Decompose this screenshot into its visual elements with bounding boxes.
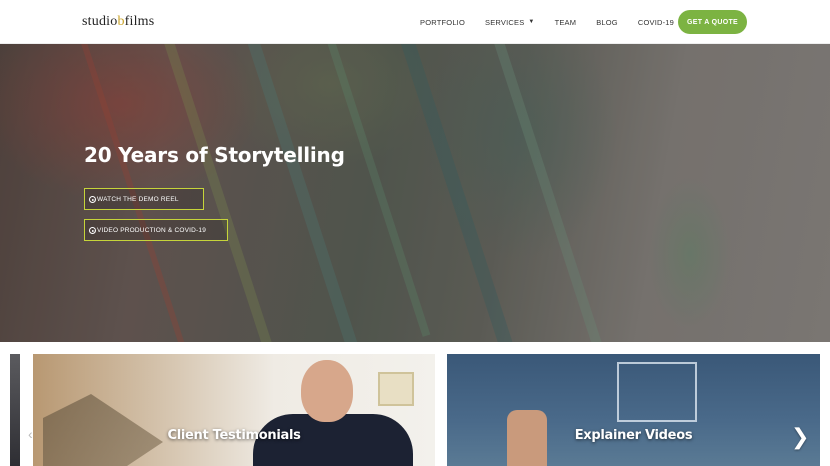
watch-demo-reel-label: WATCH THE DEMO REEL: [97, 195, 179, 203]
card-label-explainer-videos: Explainer Videos: [574, 428, 693, 443]
hero-banner: 20 Years of Storytelling WATCH THE DEMO …: [0, 44, 830, 342]
laptop-image: [617, 362, 697, 422]
carousel-card-partial[interactable]: [10, 354, 20, 466]
logo-text-b: b: [117, 14, 125, 29]
logo-text-studio: studio: [82, 14, 118, 29]
nav-portfolio-label: PORTFOLIO: [420, 17, 466, 27]
nav-team-label: TEAM: [554, 17, 577, 27]
get-a-quote-button[interactable]: GET A QUOTE: [678, 10, 747, 34]
nav-covid-label: COVID-19: [637, 17, 675, 27]
play-circle-icon: [89, 227, 96, 234]
hero-title: 20 Years of Storytelling: [84, 143, 345, 167]
nav-portfolio[interactable]: PORTFOLIO: [420, 18, 465, 27]
site-header: studiobfilms PORTFOLIO SERVICES ▼ TEAM BL…: [0, 0, 830, 44]
nav-team[interactable]: TEAM: [555, 18, 577, 27]
card-client-testimonials[interactable]: Client Testimonials: [33, 354, 435, 466]
logo[interactable]: studiobfilms: [82, 14, 154, 30]
nav-services[interactable]: SERVICES ▼: [485, 18, 535, 27]
nav-blog-label: BLOG: [596, 17, 618, 27]
video-production-covid-button[interactable]: VIDEO PRODUCTION & COVID-19: [84, 219, 228, 241]
nav-blog[interactable]: BLOG: [596, 18, 618, 27]
logo-text-films: films: [124, 14, 155, 29]
video-production-covid-label: VIDEO PRODUCTION & COVID-19: [97, 226, 207, 234]
card-explainer-videos[interactable]: Explainer Videos: [447, 354, 820, 466]
chevron-right-icon[interactable]: ❯: [791, 424, 809, 450]
speaker-head: [301, 360, 353, 422]
watch-demo-reel-button[interactable]: WATCH THE DEMO REEL: [84, 188, 204, 210]
chevron-down-icon: ▼: [528, 19, 535, 25]
main-nav: PORTFOLIO SERVICES ▼ TEAM BLOG COVID-19: [420, 10, 694, 34]
wall-frame-image: [378, 372, 414, 406]
nav-covid[interactable]: COVID-19: [638, 18, 674, 27]
nav-services-label: SERVICES: [485, 17, 525, 27]
speaker-image: [243, 356, 413, 466]
card-label-client-testimonials: Client Testimonials: [167, 428, 301, 443]
chevron-left-icon[interactable]: ‹: [28, 426, 33, 442]
play-circle-icon: [89, 196, 96, 203]
services-carousel: ‹ Client Testimonials Explainer Videos ❯: [0, 342, 830, 466]
